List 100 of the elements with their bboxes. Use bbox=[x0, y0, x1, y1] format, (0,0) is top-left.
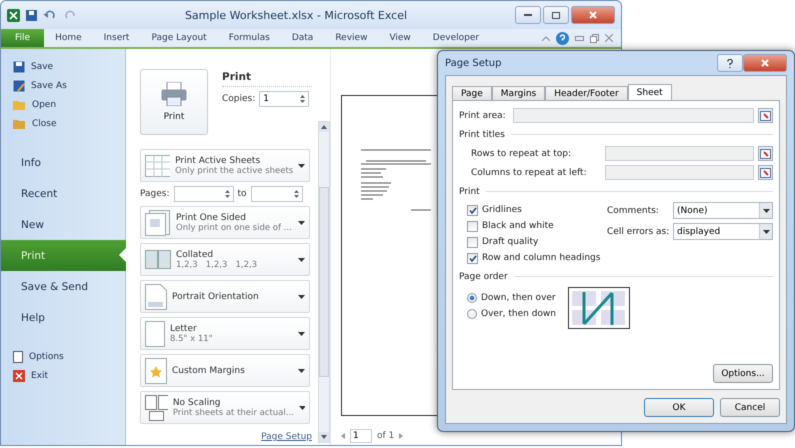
caret-icon bbox=[298, 332, 305, 336]
options-button[interactable]: Options... bbox=[713, 364, 773, 383]
ribbon-tab[interactable]: Developer bbox=[422, 29, 490, 47]
ribbon-tab[interactable]: Insert bbox=[92, 29, 140, 47]
to-label: to bbox=[238, 189, 247, 199]
menu-page-tab[interactable]: New bbox=[1, 209, 125, 240]
scaling-pages-icon bbox=[145, 394, 168, 420]
spinner-icon bbox=[294, 189, 299, 199]
collapse-button[interactable] bbox=[758, 108, 773, 123]
scrollbar[interactable] bbox=[318, 121, 330, 443]
spreadsheet-app-icon bbox=[7, 8, 20, 22]
page-icon bbox=[145, 284, 167, 310]
page-setup-link[interactable]: Page Setup bbox=[261, 432, 312, 442]
redo-icon[interactable] bbox=[63, 10, 77, 20]
print-setting-dropdown[interactable]: Letter 8.5" x 11" bbox=[140, 317, 310, 350]
radio-button[interactable] bbox=[467, 293, 477, 303]
collapse-button[interactable] bbox=[758, 165, 773, 180]
caret-icon bbox=[298, 220, 305, 224]
close-icon bbox=[761, 59, 769, 67]
print-setting-dropdown[interactable]: No Scaling Print sheets at their actual... bbox=[140, 391, 310, 424]
question-mark-icon bbox=[727, 58, 733, 68]
checkbox[interactable] bbox=[467, 220, 478, 232]
close-button[interactable] bbox=[571, 6, 615, 24]
print-area-field[interactable] bbox=[513, 108, 754, 123]
menu-page-tab[interactable]: Help bbox=[1, 302, 125, 333]
ribbon-tab[interactable]: Data bbox=[280, 29, 324, 47]
help-icon[interactable] bbox=[556, 32, 569, 44]
dialog-tab[interactable]: Header/Footer bbox=[545, 86, 628, 100]
window-title: Sample Worksheet.xlsx - Microsoft Excel bbox=[184, 8, 408, 22]
checkbox[interactable] bbox=[467, 236, 478, 248]
menu-page-tab[interactable]: Recent bbox=[1, 178, 125, 209]
dialog-tab[interactable]: Sheet bbox=[628, 84, 672, 100]
page-number-field[interactable]: 1 bbox=[350, 429, 372, 443]
radio-button[interactable] bbox=[467, 309, 477, 319]
setting-description: Only print on one side of ... bbox=[176, 222, 293, 232]
print-setting-dropdown[interactable]: Print Active Sheets Only print the active sheets bbox=[140, 149, 310, 182]
restore-icon[interactable] bbox=[590, 34, 599, 42]
minimize-button[interactable] bbox=[515, 6, 541, 24]
checkbox[interactable] bbox=[467, 204, 478, 216]
menu-command[interactable]: Options bbox=[1, 347, 125, 366]
rows-field[interactable] bbox=[605, 146, 754, 161]
menu-command-label: Open bbox=[32, 100, 56, 110]
ribbon-tab[interactable]: Home bbox=[44, 29, 93, 47]
ribbon-tab[interactable]: File bbox=[1, 29, 44, 47]
menu-command[interactable]: Open bbox=[1, 95, 125, 114]
menu-command-label: Exit bbox=[31, 370, 48, 380]
section-heading: Print bbox=[222, 71, 312, 87]
dialog-title: Page Setup bbox=[445, 58, 502, 68]
folder-icon bbox=[13, 118, 26, 129]
menu-command-label: Save bbox=[31, 62, 54, 72]
menu-command[interactable]: Exit bbox=[1, 366, 125, 385]
menu-command[interactable]: Save bbox=[1, 57, 125, 76]
collapse-dialog-icon bbox=[760, 110, 771, 120]
print-setting-dropdown[interactable]: Collated 1,2,3 1,2,3 1,2,3 bbox=[140, 243, 310, 276]
ribbon-tab[interactable]: Formulas bbox=[218, 29, 281, 47]
setting-title: No Scaling bbox=[172, 398, 222, 408]
menu-command[interactable]: Save As bbox=[1, 76, 125, 95]
collapse-button[interactable] bbox=[758, 146, 773, 161]
close-icon bbox=[589, 11, 597, 19]
copies-spinbox[interactable]: 1 bbox=[259, 91, 310, 107]
minimize-icon bbox=[524, 14, 532, 16]
cell-errors-select[interactable]: displayed bbox=[673, 223, 773, 240]
spinner-icon bbox=[300, 94, 306, 104]
page-order-diagram-drawing bbox=[568, 287, 630, 329]
chevron-up-icon[interactable] bbox=[542, 36, 550, 40]
ribbon-tab[interactable]: Review bbox=[324, 29, 378, 47]
menu-page-tab[interactable]: Info bbox=[1, 147, 125, 178]
ok-button[interactable]: OK bbox=[644, 398, 714, 417]
print-setting-dropdown[interactable]: Custom Margins bbox=[140, 354, 310, 387]
folder-icon bbox=[13, 99, 26, 110]
minimize-icon[interactable] bbox=[575, 36, 584, 40]
caret-icon bbox=[298, 294, 305, 298]
dialog-tab[interactable]: Page bbox=[452, 86, 492, 100]
print-area-label: Print area: bbox=[459, 110, 507, 120]
printer-icon bbox=[161, 82, 187, 106]
help-button[interactable] bbox=[717, 54, 743, 72]
rows-label: Rows to repeat at top: bbox=[471, 148, 572, 158]
checkbox[interactable] bbox=[467, 252, 478, 264]
close-icon[interactable] bbox=[605, 34, 613, 42]
ribbon-tab[interactable]: View bbox=[378, 29, 422, 47]
print-setting-dropdown[interactable]: Print One Sided Only print on one side of ... bbox=[140, 206, 310, 239]
next-page-icon[interactable] bbox=[399, 433, 404, 439]
dialog-tab[interactable]: Margins bbox=[492, 86, 546, 100]
maximize-button[interactable] bbox=[543, 6, 569, 24]
checkbox-label: Row and column headings bbox=[482, 253, 600, 263]
menu-command[interactable]: Close bbox=[1, 114, 125, 133]
print-setting-dropdown[interactable]: Portrait Orientation bbox=[140, 280, 310, 313]
comments-select[interactable]: (None) bbox=[673, 202, 773, 219]
previous-page-icon[interactable] bbox=[341, 433, 345, 439]
close-button[interactable] bbox=[743, 54, 787, 72]
checkbox-label: Black and white bbox=[482, 221, 554, 231]
undo-icon[interactable] bbox=[43, 10, 57, 20]
columns-field[interactable] bbox=[605, 165, 754, 180]
ribbon-tab[interactable]: Page Layout bbox=[140, 29, 218, 47]
menu-page-tab[interactable]: Print bbox=[1, 240, 126, 271]
cancel-button[interactable]: Cancel bbox=[720, 398, 780, 417]
checkbox-label: Gridlines bbox=[482, 205, 522, 215]
menu-page-tab[interactable]: Save & Send bbox=[1, 271, 125, 302]
print-button[interactable]: Print bbox=[140, 69, 208, 135]
checkbox-label: Draft quality bbox=[482, 237, 538, 247]
